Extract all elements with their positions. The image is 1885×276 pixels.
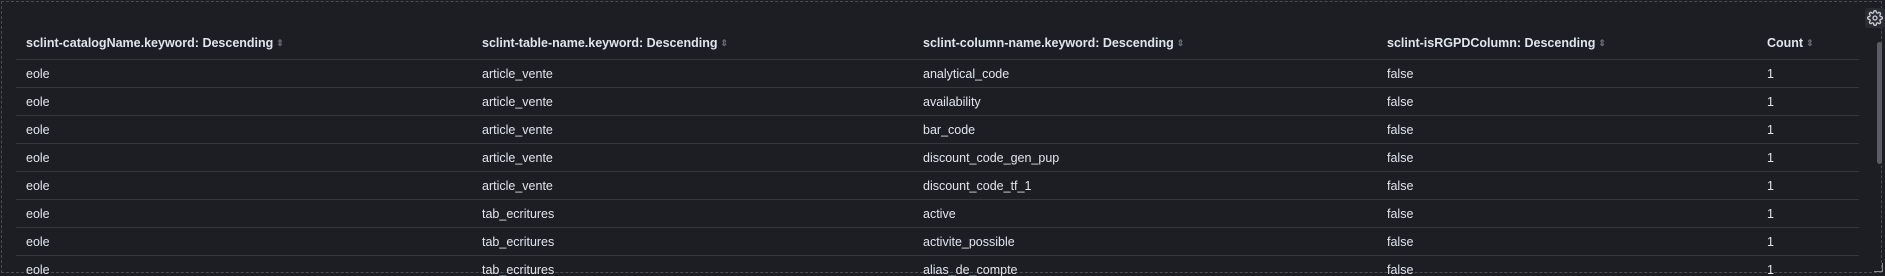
table-cell: tab_ecritures bbox=[472, 228, 913, 256]
table-cell: false bbox=[1377, 200, 1757, 228]
table-cell: eole bbox=[16, 256, 472, 276]
data-table-panel: sclint-catalogName.keyword: Descending⇕ … bbox=[1, 1, 1882, 273]
table-cell: false bbox=[1377, 88, 1757, 116]
table-row: eole article_vente bar_code false 1 bbox=[16, 116, 1859, 144]
table-cell: false bbox=[1377, 256, 1757, 276]
table-row: eole article_vente discount_code_gen_pup… bbox=[16, 144, 1859, 172]
column-header-label: Count bbox=[1767, 36, 1803, 50]
table-row: eole article_vente discount_code_tf_1 fa… bbox=[16, 172, 1859, 200]
results-table: sclint-catalogName.keyword: Descending⇕ … bbox=[16, 26, 1859, 276]
sort-icon[interactable]: ⇕ bbox=[1806, 38, 1814, 49]
table-row: eole tab_ecritures active false 1 bbox=[16, 200, 1859, 228]
table-cell: false bbox=[1377, 60, 1757, 88]
table-cell: eole bbox=[16, 172, 472, 200]
table-cell: availability bbox=[913, 88, 1377, 116]
table-cell: discount_code_tf_1 bbox=[913, 172, 1377, 200]
column-header-label: sclint-catalogName.keyword: Descending bbox=[26, 36, 273, 50]
table-cell: analytical_code bbox=[913, 60, 1377, 88]
table-cell: article_vente bbox=[472, 144, 913, 172]
table-cell: eole bbox=[16, 200, 472, 228]
column-header-label: sclint-isRGPDColumn: Descending bbox=[1387, 36, 1595, 50]
resize-handle-icon[interactable] bbox=[1874, 263, 1883, 272]
table-cell: eole bbox=[16, 228, 472, 256]
column-header-count[interactable]: Count⇕ bbox=[1757, 26, 1859, 60]
table-cell: 1 bbox=[1757, 228, 1859, 256]
table-cell: 1 bbox=[1757, 88, 1859, 116]
table-cell: false bbox=[1377, 172, 1757, 200]
table-row: eole tab_ecritures alias_de_compte false… bbox=[16, 256, 1859, 276]
table-cell: activite_possible bbox=[913, 228, 1377, 256]
table-cell: tab_ecritures bbox=[472, 200, 913, 228]
table-cell: 1 bbox=[1757, 172, 1859, 200]
table-cell: false bbox=[1377, 228, 1757, 256]
table-cell: false bbox=[1377, 144, 1757, 172]
table-cell: eole bbox=[16, 144, 472, 172]
table-cell: eole bbox=[16, 116, 472, 144]
sort-icon[interactable]: ⇕ bbox=[1177, 38, 1185, 49]
table-cell: eole bbox=[16, 60, 472, 88]
gear-icon[interactable] bbox=[1865, 8, 1885, 28]
table-cell: false bbox=[1377, 116, 1757, 144]
column-header-is-rgpd[interactable]: sclint-isRGPDColumn: Descending⇕ bbox=[1377, 26, 1757, 60]
table-cell: discount_code_gen_pup bbox=[913, 144, 1377, 172]
table-cell: 1 bbox=[1757, 116, 1859, 144]
table-cell: 1 bbox=[1757, 200, 1859, 228]
table-cell: article_vente bbox=[472, 88, 913, 116]
table-cell: article_vente bbox=[472, 116, 913, 144]
table-cell: active bbox=[913, 200, 1377, 228]
table-cell: 1 bbox=[1757, 60, 1859, 88]
table-row: eole tab_ecritures activite_possible fal… bbox=[16, 228, 1859, 256]
column-header-label: sclint-column-name.keyword: Descending bbox=[923, 36, 1174, 50]
table-cell: eole bbox=[16, 88, 472, 116]
results-table-container: sclint-catalogName.keyword: Descending⇕ … bbox=[16, 26, 1859, 276]
table-cell: bar_code bbox=[913, 116, 1377, 144]
sort-icon[interactable]: ⇕ bbox=[276, 38, 284, 49]
table-cell: 1 bbox=[1757, 256, 1859, 276]
vertical-scrollbar[interactable] bbox=[1877, 42, 1882, 164]
table-cell: alias_de_compte bbox=[913, 256, 1377, 276]
sort-icon[interactable]: ⇕ bbox=[1598, 38, 1606, 49]
table-row: eole article_vente availability false 1 bbox=[16, 88, 1859, 116]
column-header-column-name[interactable]: sclint-column-name.keyword: Descending⇕ bbox=[913, 26, 1377, 60]
table-cell: 1 bbox=[1757, 144, 1859, 172]
table-header-row: sclint-catalogName.keyword: Descending⇕ … bbox=[16, 26, 1859, 60]
column-header-catalog-name[interactable]: sclint-catalogName.keyword: Descending⇕ bbox=[16, 26, 472, 60]
table-cell: article_vente bbox=[472, 60, 913, 88]
table-row: eole article_vente analytical_code false… bbox=[16, 60, 1859, 88]
column-header-label: sclint-table-name.keyword: Descending bbox=[482, 36, 717, 50]
table-cell: tab_ecritures bbox=[472, 256, 913, 276]
sort-icon[interactable]: ⇕ bbox=[720, 38, 728, 49]
table-cell: article_vente bbox=[472, 172, 913, 200]
column-header-table-name[interactable]: sclint-table-name.keyword: Descending⇕ bbox=[472, 26, 913, 60]
